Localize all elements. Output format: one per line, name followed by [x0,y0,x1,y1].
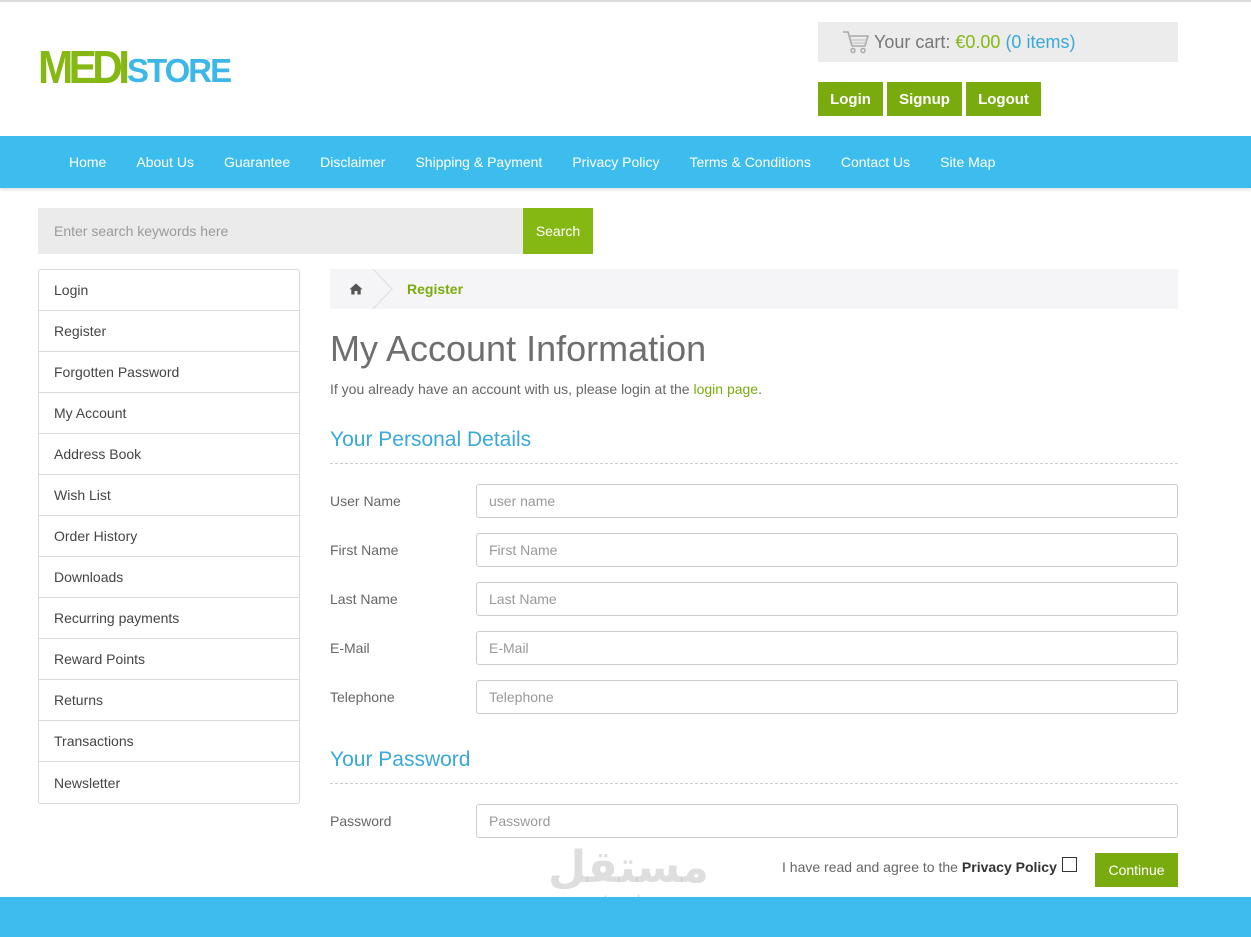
cart-item-count: (0 items) [1005,31,1076,52]
sidebar-item-wish-list[interactable]: Wish List [39,475,299,516]
cart-icon [843,31,869,54]
password-heading: Your Password [330,748,471,771]
first-name-label: First Name [330,542,399,558]
home-icon [349,283,363,295]
footer-bar [0,897,1251,937]
cart-total: €0.00 [955,31,1001,52]
first-name-field[interactable] [476,533,1178,567]
account-sidebar: Login Register Forgotten Password My Acc… [38,269,300,804]
continue-button[interactable]: Continue [1095,853,1178,887]
sidebar-item-login[interactable]: Login [39,270,299,311]
telephone-label: Telephone [330,689,395,705]
nav-privacy-policy[interactable]: Privacy Policy [557,154,674,170]
agree-text: I have read and agree to the [782,859,958,875]
login-page-link[interactable]: login page [693,381,758,397]
password-label: Password [330,813,392,829]
sidebar-item-my-account[interactable]: My Account [39,393,299,434]
sidebar-item-transactions[interactable]: Transactions [39,721,299,762]
breadcrumb-home[interactable] [330,269,394,309]
nav-shipping-payment[interactable]: Shipping & Payment [400,154,557,170]
nav-guarantee[interactable]: Guarantee [209,154,305,170]
privacy-policy-link[interactable]: Privacy Policy [962,859,1057,875]
sidebar-item-register[interactable]: Register [39,311,299,352]
section-divider [330,783,1178,784]
logout-button[interactable]: Logout [966,82,1041,116]
nav-contact-us[interactable]: Contact Us [826,154,925,170]
sidebar-item-returns[interactable]: Returns [39,680,299,721]
sidebar-item-recurring-payments[interactable]: Recurring payments [39,598,299,639]
logo-medi-text: MEDI [38,41,130,93]
personal-details-heading: Your Personal Details [330,428,532,451]
search-bar: Search [38,208,593,254]
username-field[interactable] [476,484,1178,518]
account-buttons: Login Signup Logout [818,82,1041,116]
breadcrumb-current[interactable]: Register [407,281,463,297]
sidebar-item-newsletter[interactable]: Newsletter [39,762,299,803]
username-label: User Name [330,493,401,509]
nav-site-map[interactable]: Site Map [925,154,1010,170]
breadcrumb-separator-icon [372,269,394,309]
sidebar-item-order-history[interactable]: Order History [39,516,299,557]
breadcrumb: Register [330,269,1178,309]
last-name-label: Last Name [330,591,398,607]
logo[interactable]: MEDI STORE [38,41,232,93]
watermark-arabic: مستقل [548,842,709,893]
sidebar-item-reward-points[interactable]: Reward Points [39,639,299,680]
intro-text-body: If you already have an account with us, … [330,381,690,397]
main-nav: Home About Us Guarantee Disclaimer Shipp… [0,136,1251,188]
login-button[interactable]: Login [818,82,883,116]
intro-text: If you already have an account with us, … [330,381,762,397]
telephone-field[interactable] [476,680,1178,714]
nav-disclaimer[interactable]: Disclaimer [305,154,400,170]
email-field[interactable] [476,631,1178,665]
nav-home[interactable]: Home [54,154,121,170]
nav-about-us[interactable]: About Us [121,154,209,170]
top-border [0,0,1251,2]
logo-store-text: STORE [127,52,232,89]
email-label: E-Mail [330,640,370,656]
agree-checkbox[interactable] [1061,856,1077,872]
page-title: My Account Information [330,328,707,369]
section-divider [330,463,1178,464]
signup-button[interactable]: Signup [887,82,962,116]
nav-terms-conditions[interactable]: Terms & Conditions [674,154,825,170]
sidebar-item-address-book[interactable]: Address Book [39,434,299,475]
last-name-field[interactable] [476,582,1178,616]
search-button[interactable]: Search [523,208,593,254]
cart-summary[interactable]: Your cart: €0.00 (0 items) [818,22,1178,62]
privacy-agreement: I have read and agree to the Privacy Pol… [782,856,1077,875]
sidebar-item-forgotten-password[interactable]: Forgotten Password [39,352,299,393]
password-field[interactable] [476,804,1178,838]
intro-text-end: . [758,381,762,397]
search-input[interactable] [38,208,523,254]
sidebar-item-downloads[interactable]: Downloads [39,557,299,598]
cart-label: Your cart: [874,31,951,52]
